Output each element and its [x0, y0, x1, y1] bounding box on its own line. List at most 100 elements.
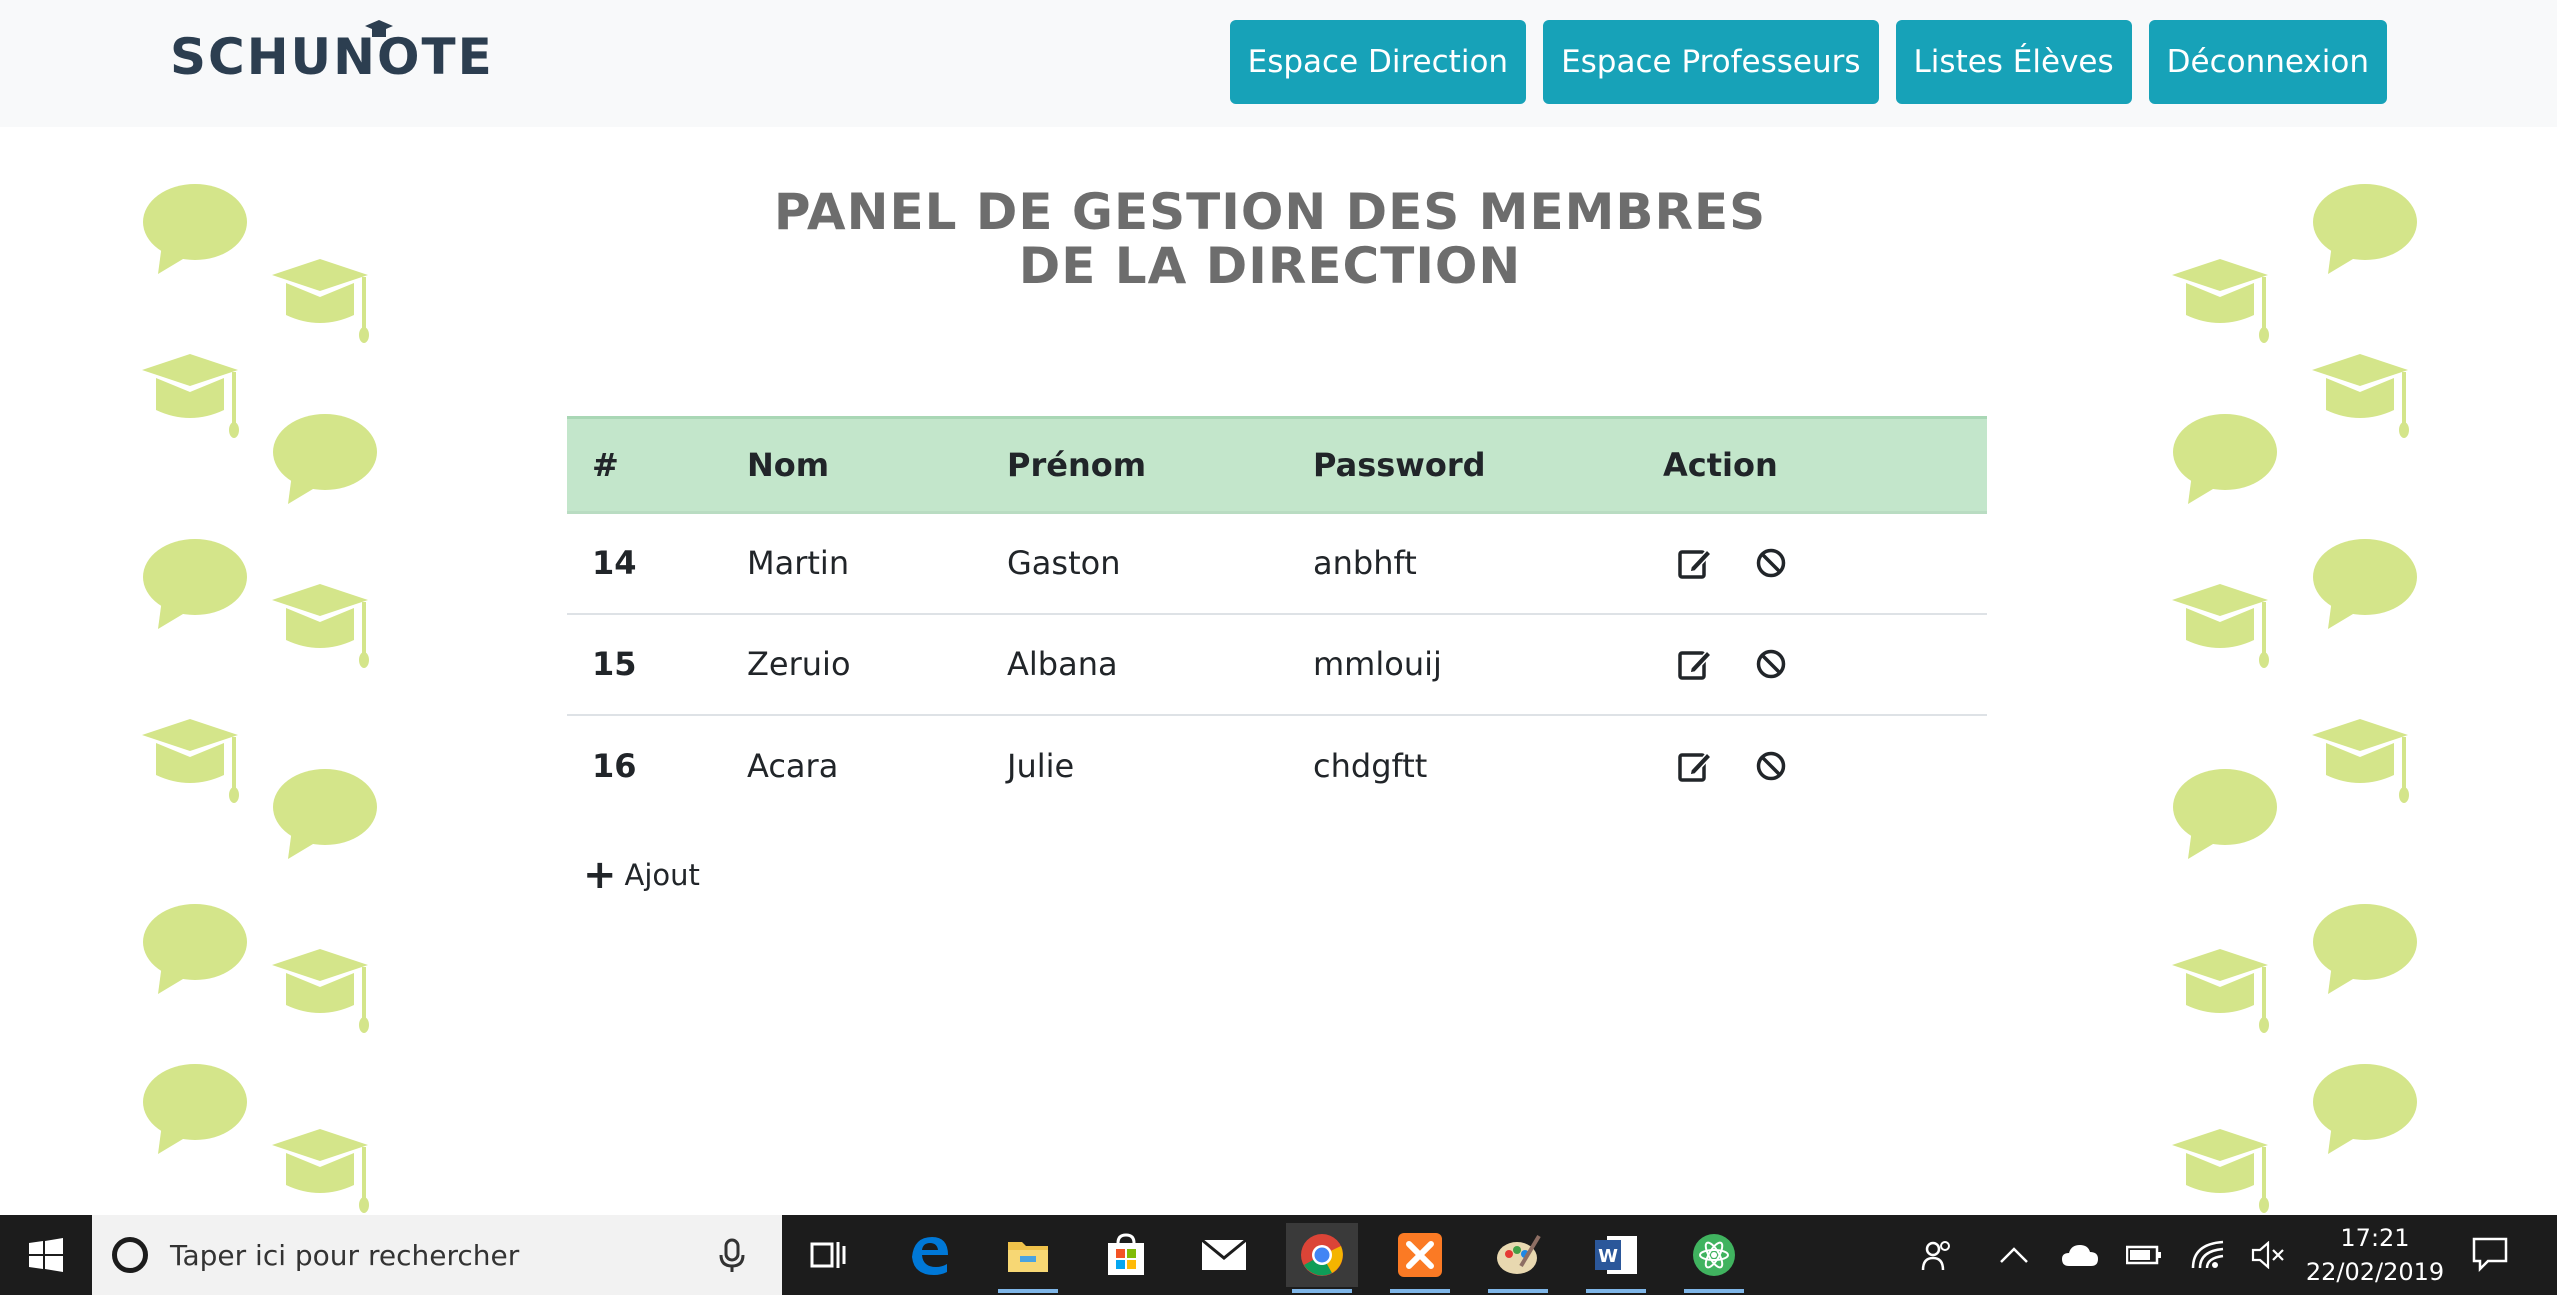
atom-icon[interactable]	[1678, 1223, 1750, 1293]
word-glyph: W	[1595, 1236, 1637, 1274]
graduation-cap-icon	[2312, 354, 2409, 438]
graduation-cap-icon	[272, 1129, 369, 1213]
file-explorer-icon[interactable]	[992, 1223, 1064, 1293]
logo[interactable]: SCHUNOTE	[170, 20, 494, 86]
page-title: PANEL DE GESTION DES MEMBRES DE LA DIREC…	[700, 185, 1840, 293]
cloud-glyph	[2062, 1245, 2098, 1266]
speech-bubble-icon	[2313, 539, 2417, 629]
graduation-cap-icon	[272, 584, 369, 668]
task-view-glyph	[810, 1242, 846, 1268]
speech-bubble-icon	[2313, 184, 2417, 274]
chrome-icon[interactable]	[1286, 1223, 1358, 1293]
cell-prenom: Julie	[1007, 746, 1075, 785]
graduation-cap-icon	[272, 949, 369, 1033]
cell-id: 14	[592, 544, 637, 583]
windows-logo-icon	[29, 1238, 63, 1272]
edit-icon[interactable]	[1677, 646, 1713, 682]
column-header-prenom: Prénom	[1007, 446, 1147, 484]
add-label: Ajout	[624, 858, 700, 892]
store-icon[interactable]	[1090, 1223, 1162, 1287]
ban-icon[interactable]	[1753, 646, 1789, 682]
cell-nom: Zeruio	[747, 645, 851, 683]
cell-password: anbhft	[1313, 544, 1417, 583]
chevron-up-icon[interactable]	[1992, 1233, 2036, 1277]
speech-bubble-icon	[143, 184, 247, 274]
atom-glyph	[1693, 1234, 1735, 1276]
running-indicator	[998, 1289, 1058, 1293]
taskbar-clock[interactable]: 17:21 22/02/2019	[2300, 1221, 2450, 1289]
table-row: 16 Acara Julie chdgftt	[567, 715, 1987, 816]
top-navbar: SCHUNOTE Espace Direction Espace Profess…	[0, 0, 2557, 127]
cell-nom: Acara	[747, 746, 839, 785]
ban-icon[interactable]	[1753, 748, 1789, 784]
svg-text:W: W	[1598, 1246, 1618, 1267]
speech-bubble-icon	[2313, 904, 2417, 994]
graduation-cap-icon	[365, 20, 393, 37]
speech-bubble-icon	[273, 769, 377, 859]
listes-eleves-button[interactable]: Listes Élèves	[1895, 20, 2132, 104]
graduation-cap-icon	[2172, 259, 2269, 343]
page-title-line-1: PANEL DE GESTION DES MEMBRES	[773, 183, 1767, 241]
espace-direction-button[interactable]: Espace Direction	[1229, 20, 1527, 104]
graduation-cap-icon	[2312, 719, 2409, 803]
graduation-cap-icon	[2172, 584, 2269, 668]
column-header-id: #	[592, 446, 619, 484]
edit-icon[interactable]	[1677, 748, 1713, 784]
speech-bubble-icon	[143, 539, 247, 629]
cell-password: mmlouij	[1313, 645, 1442, 683]
running-indicator	[1586, 1289, 1646, 1293]
volume-muted-icon[interactable]	[2246, 1233, 2290, 1277]
table-row: 15 Zeruio Albana mmlouij	[567, 614, 1987, 715]
column-header-action: Action	[1663, 446, 1778, 484]
speech-bubble-icon	[2173, 769, 2277, 859]
decoration-right	[2160, 127, 2430, 1215]
palette-glyph	[1497, 1234, 1541, 1274]
paint-icon[interactable]	[1482, 1223, 1554, 1293]
table-row: 14 Martin Gaston anbhft	[567, 513, 1987, 614]
members-table-container: # Nom Prénom Password Action 14 Martin G…	[567, 416, 1987, 816]
task-view-icon[interactable]	[792, 1223, 864, 1287]
clock-time: 17:21	[2340, 1224, 2410, 1252]
onedrive-icon[interactable]	[2058, 1233, 2102, 1277]
edge-icon[interactable]	[894, 1223, 966, 1287]
store-glyph	[1108, 1233, 1144, 1275]
word-icon[interactable]: W	[1580, 1223, 1652, 1293]
speech-bubble-icon	[2313, 1064, 2417, 1154]
clock-date: 22/02/2019	[2305, 1258, 2445, 1286]
ban-icon[interactable]	[1753, 545, 1789, 581]
cell-prenom: Gaston	[1007, 544, 1121, 583]
taskbar-search-box[interactable]: Taper ici pour rechercher	[92, 1215, 782, 1295]
mail-icon[interactable]	[1188, 1223, 1260, 1287]
table-header-row: # Nom Prénom Password Action	[567, 417, 1987, 513]
wifi-glyph	[2191, 1240, 2224, 1269]
windows-taskbar: Taper ici pour rechercher W 17:21 22/02/…	[0, 1215, 2557, 1295]
cell-prenom: Albana	[1007, 645, 1118, 683]
folder-glyph	[1008, 1242, 1048, 1272]
cell-nom: Martin	[747, 544, 850, 583]
edge-glyph	[912, 1237, 948, 1275]
add-member-link[interactable]: + Ajout	[583, 852, 700, 898]
espace-professeurs-button[interactable]: Espace Professeurs	[1543, 20, 1879, 104]
battery-glyph	[2126, 1245, 2161, 1265]
cell-actions	[1638, 715, 1987, 816]
column-header-password: Password	[1313, 446, 1486, 484]
members-table: # Nom Prénom Password Action 14 Martin G…	[567, 416, 1987, 816]
taskbar-search-placeholder: Taper ici pour rechercher	[170, 1238, 520, 1272]
battery-icon[interactable]	[2122, 1233, 2166, 1277]
speech-bubble-icon	[273, 414, 377, 504]
edit-icon[interactable]	[1677, 545, 1713, 581]
action-center-icon[interactable]	[2470, 1233, 2514, 1277]
wifi-icon[interactable]	[2186, 1233, 2230, 1277]
column-header-nom: Nom	[747, 446, 830, 484]
plus-icon: +	[583, 852, 617, 898]
cell-actions	[1638, 513, 1987, 614]
graduation-cap-icon	[272, 259, 369, 343]
deconnexion-button[interactable]: Déconnexion	[2148, 20, 2387, 104]
people-icon[interactable]	[1916, 1233, 1960, 1277]
running-indicator	[1684, 1289, 1744, 1293]
start-button[interactable]	[0, 1215, 92, 1295]
microphone-icon[interactable]	[712, 1235, 752, 1275]
running-indicator	[1488, 1289, 1548, 1293]
cell-actions	[1638, 614, 1987, 715]
xampp-icon[interactable]	[1384, 1223, 1456, 1293]
